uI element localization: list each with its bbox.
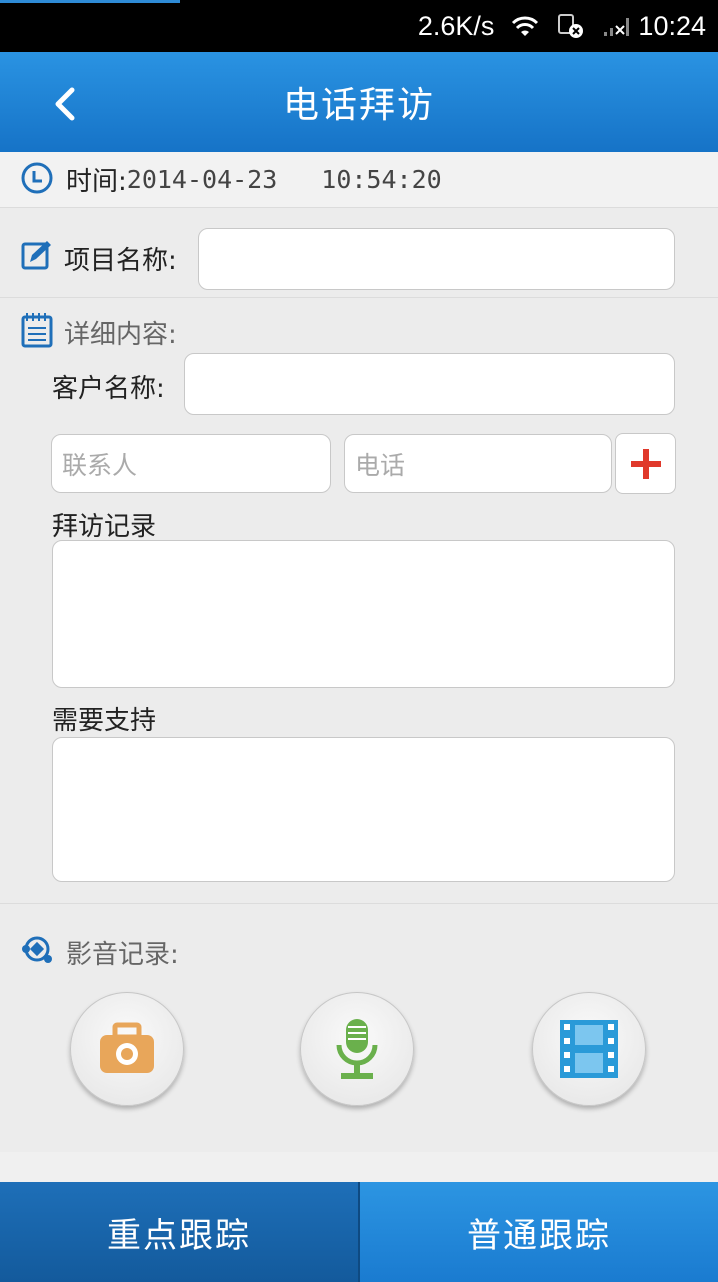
video-button[interactable] bbox=[532, 992, 646, 1106]
clock: 10:24 bbox=[638, 10, 706, 41]
customer-label: 客户名称: bbox=[52, 374, 165, 404]
bottom-action-bar: 重点跟踪 普通跟踪 bbox=[0, 1182, 718, 1282]
customer-name-input[interactable] bbox=[184, 353, 675, 415]
detail-section: 详细内容: 客户名称: 联系人 电话 拜访记录 需要支持 bbox=[0, 298, 718, 904]
key-track-button[interactable]: 重点跟踪 bbox=[0, 1182, 360, 1282]
phone-input[interactable]: 电话 bbox=[344, 434, 612, 493]
status-accent bbox=[0, 0, 180, 3]
support-label: 需要支持 bbox=[52, 706, 157, 736]
normal-track-button[interactable]: 普通跟踪 bbox=[360, 1182, 718, 1282]
support-textarea[interactable] bbox=[52, 737, 675, 882]
project-label: 项目名称: bbox=[64, 246, 177, 276]
record-audio-button[interactable] bbox=[300, 992, 414, 1106]
video-icon bbox=[560, 1020, 618, 1078]
title-bar: 电话拜访 bbox=[0, 52, 718, 152]
back-button[interactable] bbox=[40, 82, 90, 126]
visit-record-label: 拜访记录 bbox=[52, 512, 157, 542]
time-label: 时间: bbox=[66, 167, 127, 197]
camera-icon bbox=[100, 1022, 154, 1073]
media-section: 影音记录: bbox=[0, 904, 718, 1152]
plus-icon bbox=[630, 448, 661, 479]
visit-record-textarea[interactable] bbox=[52, 540, 675, 688]
microphone-icon bbox=[336, 1019, 378, 1079]
project-name-input[interactable] bbox=[198, 228, 675, 290]
clock-icon bbox=[20, 161, 54, 199]
notepad-icon bbox=[20, 312, 54, 348]
wifi-icon bbox=[510, 14, 540, 38]
camera-button[interactable] bbox=[70, 992, 184, 1106]
network-speed: 2.6K/s bbox=[417, 10, 495, 41]
media-icon bbox=[20, 932, 54, 966]
sim-error-icon bbox=[556, 13, 586, 39]
signal-icon bbox=[602, 14, 632, 38]
media-label: 影音记录: bbox=[66, 940, 179, 970]
project-section: 项目名称: bbox=[0, 208, 718, 298]
detail-label: 详细内容: bbox=[64, 320, 177, 350]
status-bar: 2.6K/s 10:24 bbox=[0, 0, 718, 52]
add-contact-button[interactable] bbox=[615, 433, 676, 494]
back-arrow-icon bbox=[55, 87, 75, 121]
time-row: 时间: 2014-04-23 10:54:20 bbox=[0, 152, 718, 208]
contact-input[interactable]: 联系人 bbox=[51, 434, 331, 493]
time-clock: 10:54:20 bbox=[321, 165, 442, 194]
edit-icon bbox=[20, 238, 54, 272]
page-title: 电话拜访 bbox=[282, 85, 435, 126]
time-date: 2014-04-23 bbox=[126, 165, 278, 194]
